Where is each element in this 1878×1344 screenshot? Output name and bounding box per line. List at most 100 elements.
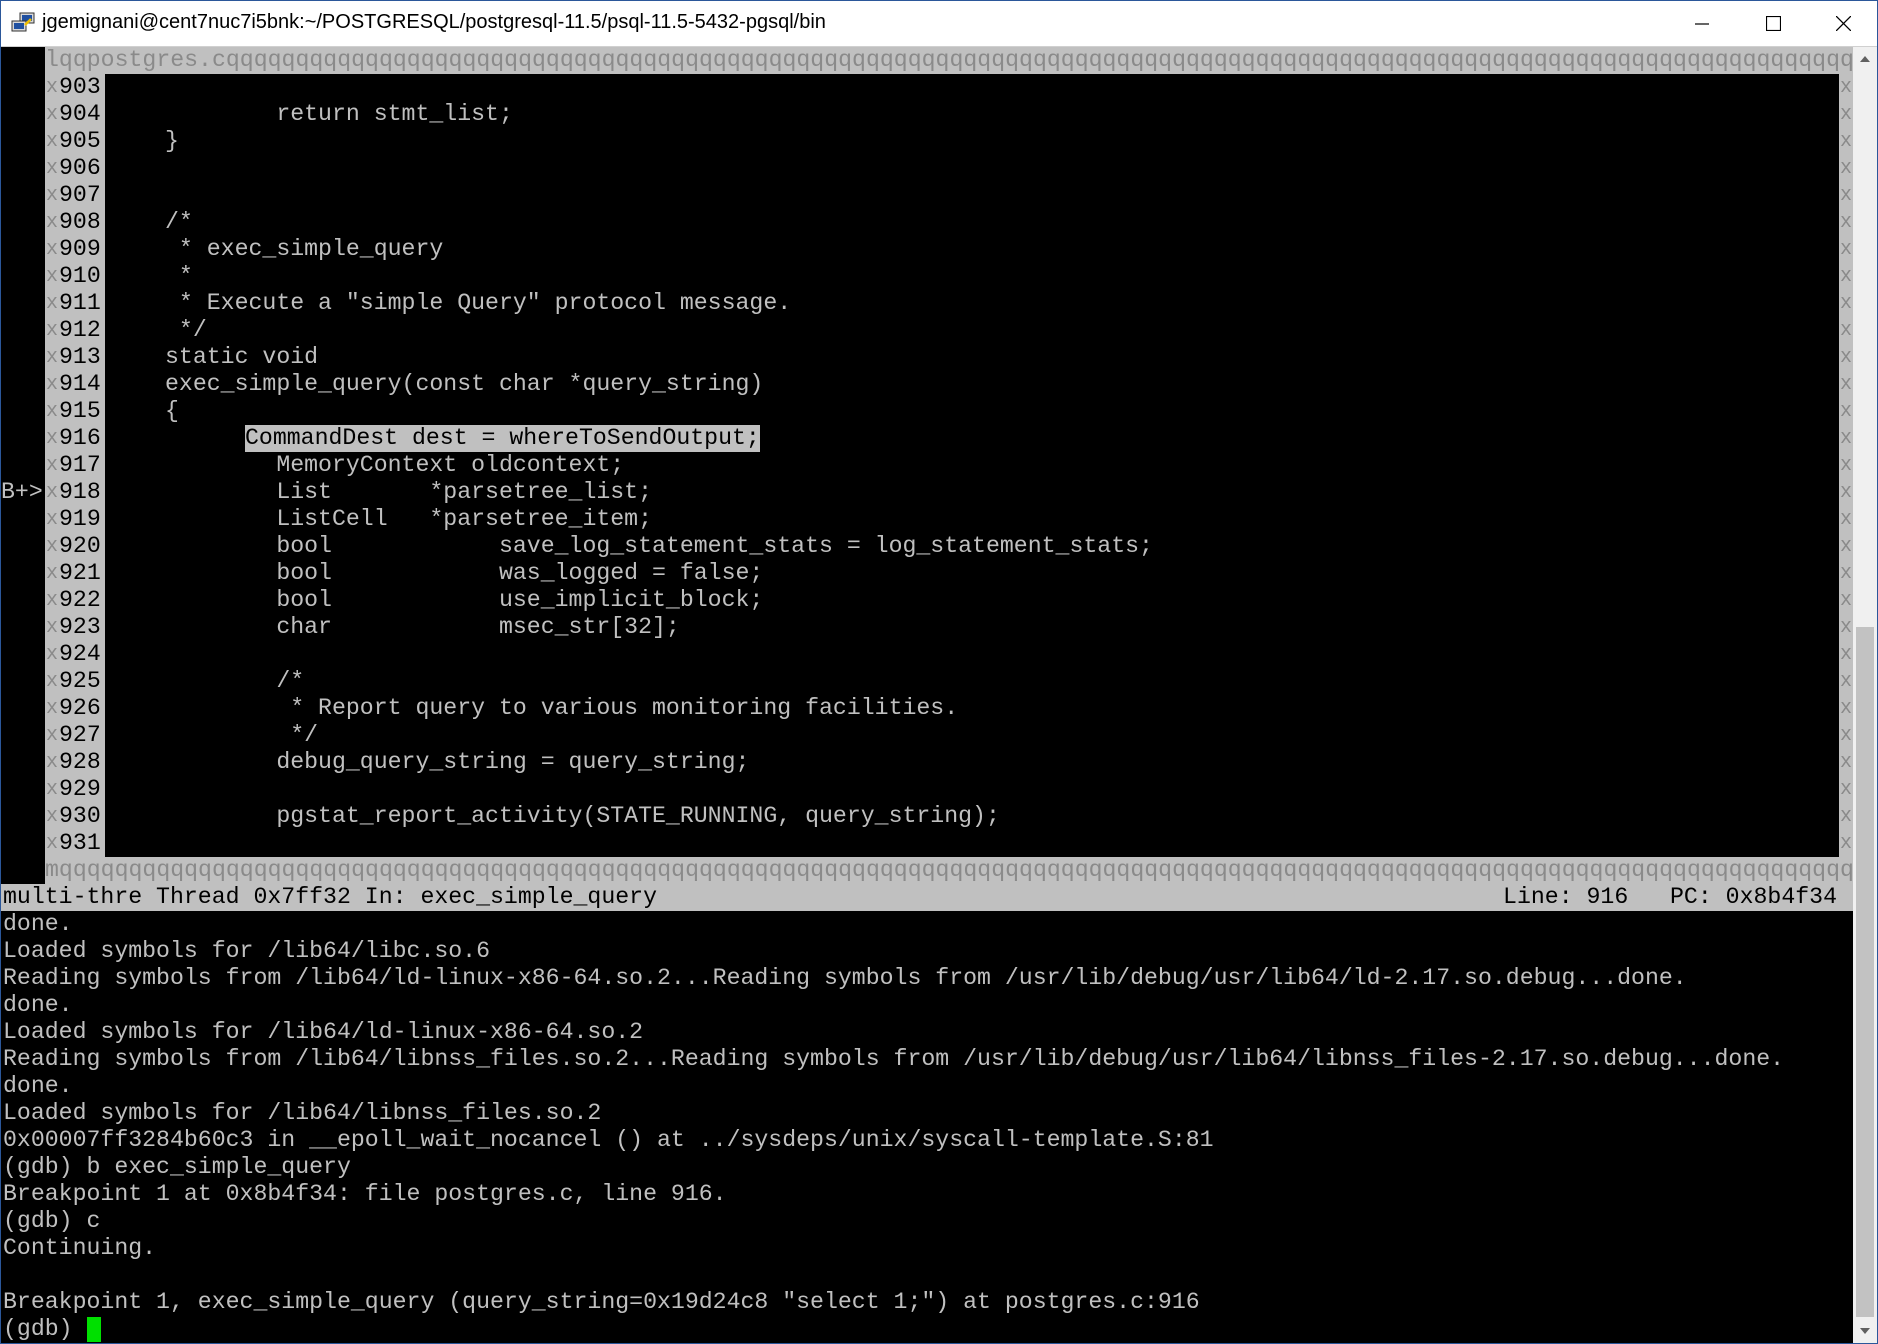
right-border-char: x bbox=[1839, 616, 1852, 639]
source-line: 927 */ bbox=[59, 722, 1839, 749]
line-number: 925 bbox=[59, 668, 105, 695]
gdb-command-area[interactable]: done. Loaded symbols for /lib64/libc.so.6… bbox=[1, 911, 1853, 1343]
right-border-char: x bbox=[1839, 211, 1852, 234]
source-line: 905} bbox=[59, 128, 1839, 155]
line-code: char msec_str[32]; bbox=[165, 614, 680, 640]
right-border-char: x bbox=[1839, 292, 1852, 315]
left-border-char: x bbox=[45, 805, 58, 828]
line-number: 909 bbox=[59, 236, 105, 263]
line-number: 927 bbox=[59, 722, 105, 749]
scroll-up-button[interactable] bbox=[1853, 47, 1877, 71]
source-line: 914 exec_simple_query(const char *query_s… bbox=[59, 371, 1839, 398]
left-border-char: x bbox=[45, 832, 58, 855]
left-border-char: x bbox=[45, 724, 58, 747]
terminal-screen[interactable]: B+> lqqpostgres.cqqqqqqqqqqqqqqqqqqqqqqq… bbox=[1, 47, 1853, 1343]
source-line: 922 bool use_implicit_block; bbox=[59, 587, 1839, 614]
source-panel-right-border: xxxxxxxxxxxxxxxxxxxxxxxxxxxxx bbox=[1839, 74, 1853, 857]
left-border-char: x bbox=[45, 211, 58, 234]
gdb-output-line: done. bbox=[3, 992, 73, 1018]
left-border-char: x bbox=[45, 400, 58, 423]
right-border-char: x bbox=[1839, 724, 1852, 747]
right-border-char: x bbox=[1839, 832, 1852, 855]
source-line: 916 CommandDest dest = whereToSendOutput; bbox=[59, 425, 1839, 452]
right-border-char: x bbox=[1839, 643, 1852, 666]
line-number: 904 bbox=[59, 101, 105, 128]
source-line: 928 debug_query_string = query_string; bbox=[59, 749, 1839, 776]
maximize-button[interactable] bbox=[1738, 1, 1808, 46]
right-border-char: x bbox=[1839, 400, 1852, 423]
left-border-char: x bbox=[45, 373, 58, 396]
gdb-output-line: Reading symbols from /lib64/ld-linux-x86… bbox=[3, 965, 1687, 991]
gdb-output-line: (gdb) b exec_simple_query bbox=[3, 1154, 351, 1180]
left-border-char: x bbox=[45, 589, 58, 612]
gdb-output-line: Loaded symbols for /lib64/ld-linux-x86-6… bbox=[3, 1019, 644, 1045]
line-number: 913 bbox=[59, 344, 105, 371]
line-code: List *parsetree_list; bbox=[165, 479, 653, 505]
left-border-char: x bbox=[45, 184, 58, 207]
right-border-char: x bbox=[1839, 319, 1852, 342]
right-border-char: x bbox=[1839, 778, 1852, 801]
line-code: * exec_simple_query bbox=[165, 236, 444, 262]
gdb-output-line: Breakpoint 1 at 0x8b4f34: file postgres.… bbox=[3, 1181, 727, 1207]
gdb-output-line: Continuing. bbox=[3, 1235, 157, 1261]
source-line: 926 * Report query to various monitoring… bbox=[59, 695, 1839, 722]
source-line: 907 bbox=[59, 182, 1839, 209]
line-number: 916 bbox=[59, 425, 105, 452]
left-border-char: x bbox=[45, 751, 58, 774]
right-border-char: x bbox=[1839, 751, 1852, 774]
line-code: static void bbox=[165, 344, 319, 370]
left-border-char: x bbox=[45, 535, 58, 558]
gdb-output-line: Loaded symbols for /lib64/libnss_files.s… bbox=[3, 1100, 602, 1126]
source-line: 903 bbox=[59, 74, 1839, 101]
maximize-icon bbox=[1765, 16, 1781, 31]
left-border-char: x bbox=[45, 103, 58, 126]
source-panel-bottom-border: mqqqqqqqqqqqqqqqqqqqqqqqqqqqqqqqqqqqqqqq… bbox=[45, 857, 1853, 884]
line-number: 926 bbox=[59, 695, 105, 722]
line-code: return stmt_list; bbox=[165, 101, 513, 127]
source-line: 904 return stmt_list; bbox=[59, 101, 1839, 128]
left-border-char: x bbox=[45, 319, 58, 342]
line-number: 930 bbox=[59, 803, 105, 830]
source-line: 918 List *parsetree_list; bbox=[59, 479, 1839, 506]
vertical-scrollbar[interactable] bbox=[1853, 47, 1877, 1343]
gdb-output-line: (gdb) c bbox=[3, 1208, 101, 1234]
close-button[interactable] bbox=[1808, 1, 1877, 46]
right-border-char: x bbox=[1839, 373, 1852, 396]
breakpoint-marker: B+> bbox=[1, 479, 43, 505]
terminal-window: jgemignani@cent7nuc7i5bnk:~/POSTGRESQL/p… bbox=[0, 0, 1878, 1344]
line-number: 903 bbox=[59, 74, 105, 101]
line-number: 912 bbox=[59, 317, 105, 344]
right-border-char: x bbox=[1839, 697, 1852, 720]
right-border-char: x bbox=[1839, 535, 1852, 558]
line-code: { bbox=[165, 398, 179, 424]
line-number: 911 bbox=[59, 290, 105, 317]
gdb-output-line: Breakpoint 1, exec_simple_query (query_s… bbox=[3, 1289, 1200, 1315]
right-border-char: x bbox=[1839, 184, 1852, 207]
line-number: 907 bbox=[59, 182, 105, 209]
left-border-char: x bbox=[45, 76, 58, 99]
source-line: 912 */ bbox=[59, 317, 1839, 344]
line-code: bool save_log_statement_stats = log_stat… bbox=[165, 533, 1153, 559]
source-panel: lqqpostgres.cqqqqqqqqqqqqqqqqqqqqqqqqqqq… bbox=[45, 47, 1853, 884]
scrollbar-thumb[interactable] bbox=[1856, 627, 1874, 1317]
minimize-button[interactable] bbox=[1667, 1, 1737, 46]
gdb-output-line: done. bbox=[3, 911, 73, 937]
line-code: /* bbox=[165, 209, 193, 235]
line-number: 917 bbox=[59, 452, 105, 479]
line-code: bool was_logged = false; bbox=[165, 560, 764, 586]
scroll-down-button[interactable] bbox=[1853, 1319, 1877, 1343]
line-number: 906 bbox=[59, 155, 105, 182]
line-number: 923 bbox=[59, 614, 105, 641]
right-border-char: x bbox=[1839, 481, 1852, 504]
gdb-prompt-line[interactable]: (gdb) bbox=[3, 1316, 101, 1343]
source-line: 920 bool save_log_statement_stats = log_… bbox=[59, 533, 1839, 560]
left-border-char: x bbox=[45, 292, 58, 315]
right-border-char: x bbox=[1839, 76, 1852, 99]
source-line: 929 bbox=[59, 776, 1839, 803]
source-line: 911 * Execute a "simple Query" protocol … bbox=[59, 290, 1839, 317]
right-border-char: x bbox=[1839, 265, 1852, 288]
gdb-output-line: 0x00007ff3284b60c3 in __epoll_wait_nocan… bbox=[3, 1127, 1214, 1153]
source-line: 908 /* bbox=[59, 209, 1839, 236]
source-line: 909 * exec_simple_query bbox=[59, 236, 1839, 263]
line-number: 929 bbox=[59, 776, 105, 803]
